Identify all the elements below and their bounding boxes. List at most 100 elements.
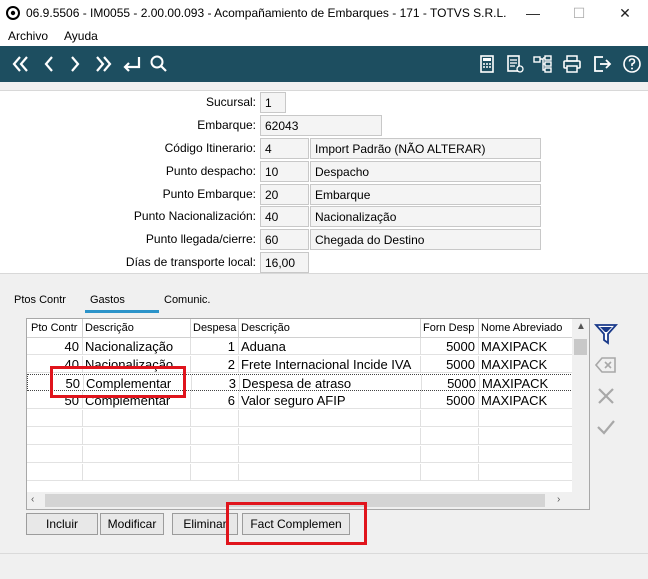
punto-nacionalizacion-label: Punto Nacionalización: — [133, 209, 256, 223]
cell-descricao-despesa: Frete Internacional Incide IVA — [239, 356, 421, 373]
tab-ptos-contr[interactable]: Ptos Contr — [14, 294, 66, 306]
empty-cell — [191, 464, 239, 481]
cell-nome-abreviado: MAXIPACK — [481, 393, 548, 408]
cell-nome-abreviado: MAXIPACK — [481, 339, 548, 354]
next-record-icon[interactable] — [62, 46, 88, 82]
previous-record-icon[interactable] — [36, 46, 62, 82]
grid-header: Pto Contr Descrição Despesa Descrição Fo… — [27, 319, 573, 338]
cell-descricao-despesa: Valor seguro AFIP — [239, 392, 421, 409]
cell-forn-desp: 5000 — [421, 356, 479, 373]
empty-cell — [421, 410, 479, 427]
active-tab-indicator — [85, 310, 159, 313]
empty-cell — [421, 464, 479, 481]
toolbar — [0, 46, 648, 82]
col-descricao-despesa[interactable]: Descrição — [239, 319, 421, 338]
empty-cell — [239, 464, 421, 481]
punto-nacionalizacion-desc-field: Nacionalização — [310, 206, 541, 227]
punto-nacionalizacion-code-field[interactable]: 40 — [260, 206, 309, 227]
minimize-button[interactable]: — — [510, 0, 556, 26]
title-bar: 06.9.5506 - IM0055 - 2.00.00.093 - Acomp… — [0, 0, 648, 26]
punto-embarque-code-field[interactable]: 20 — [260, 184, 309, 205]
col-descricao[interactable]: Descrição — [83, 319, 191, 338]
punto-despacho-label: Punto despacho: — [165, 164, 256, 178]
scroll-up-icon[interactable]: ▲ — [576, 321, 586, 332]
embarque-field[interactable]: 62043 — [260, 115, 382, 136]
sucursal-label: Sucursal: — [205, 95, 256, 109]
punto-llegada-code-field[interactable]: 60 — [260, 229, 309, 250]
menu-archivo[interactable]: Archivo — [0, 29, 56, 43]
tree-icon[interactable] — [532, 46, 554, 82]
tab-bar: Ptos Contr Gastos Comunic. — [0, 290, 648, 313]
maximize-button[interactable]: ☐ — [556, 0, 602, 26]
print-icon[interactable] — [560, 46, 584, 82]
highlight-box-complementar — [50, 366, 186, 398]
punto-despacho-code-field[interactable]: 10 — [260, 161, 309, 182]
punto-llegada-label: Punto llegada/cierre: — [145, 232, 256, 246]
empty-cell — [27, 446, 83, 463]
embarque-label: Embarque: — [197, 118, 256, 132]
cell-forn-desp: 5000 — [421, 338, 479, 355]
col-forn-desp[interactable]: Forn Desp — [421, 319, 479, 338]
close-button[interactable]: ✕ — [602, 0, 648, 26]
scroll-left-icon[interactable]: ‹ — [31, 494, 34, 505]
cell-pto-contr: 40 — [27, 338, 83, 355]
tab-comunic[interactable]: Comunic. — [164, 294, 210, 306]
last-record-icon[interactable] — [88, 46, 118, 82]
itinerario-code-field[interactable]: 4 — [260, 138, 309, 159]
empty-row — [27, 428, 573, 445]
delete-key-icon[interactable] — [592, 351, 620, 379]
col-nome-abreviado[interactable]: Nome Abreviado — [479, 319, 573, 338]
cell-descricao: Nacionalização — [83, 338, 191, 355]
filter-icon[interactable] — [592, 320, 620, 348]
empty-cell — [239, 428, 421, 445]
help-icon[interactable] — [620, 46, 644, 82]
empty-row — [27, 464, 573, 481]
calculator-icon[interactable] — [476, 46, 498, 82]
tab-gastos[interactable]: Gastos — [90, 294, 125, 306]
first-record-icon[interactable] — [6, 46, 36, 82]
punto-llegada-desc-field: Chegada do Destino — [310, 229, 541, 250]
document-edit-icon[interactable] — [504, 46, 526, 82]
punto-embarque-label: Punto Embarque: — [162, 187, 256, 201]
dias-transporte-field[interactable]: 16,00 — [260, 252, 309, 273]
empty-cell — [239, 410, 421, 427]
cancel-x-icon[interactable] — [592, 382, 620, 410]
cell-forn-desp: 5000 — [421, 392, 479, 409]
empty-cell — [191, 428, 239, 445]
exit-icon[interactable] — [590, 46, 614, 82]
table-row[interactable]: 40 Nacionalização 1 Aduana 5000 MAXIPACK — [27, 338, 573, 355]
app-logo-icon — [6, 6, 20, 20]
cell-despesa: 2 — [191, 356, 239, 373]
goto-return-icon[interactable] — [118, 46, 146, 82]
grid-side-actions — [592, 320, 622, 444]
empty-cell — [239, 446, 421, 463]
incluir-button[interactable]: Incluir — [26, 513, 98, 535]
cell-nome-abreviado: MAXIPACK — [482, 376, 549, 391]
punto-despacho-desc-field: Despacho — [310, 161, 541, 182]
menu-ayuda[interactable]: Ayuda — [56, 29, 106, 43]
scroll-right-icon[interactable]: › — [557, 494, 560, 505]
empty-cell — [421, 446, 479, 463]
col-pto-contr[interactable]: Pto Contr — [27, 319, 83, 338]
status-bar — [0, 553, 648, 579]
dias-transporte-label: Días de transporte local: — [125, 255, 256, 269]
menu-bar: Archivo Ayuda — [0, 26, 648, 46]
modificar-button[interactable]: Modificar — [100, 513, 164, 535]
cell-forn-desp: 5000 — [422, 375, 480, 392]
empty-row — [27, 410, 573, 427]
sucursal-field[interactable]: 1 — [260, 92, 286, 113]
itinerario-desc-field: Import Padrão (NÃO ALTERAR) — [310, 138, 541, 159]
search-icon[interactable] — [146, 46, 172, 82]
window-title: 06.9.5506 - IM0055 - 2.00.00.093 - Acomp… — [26, 6, 507, 20]
col-despesa[interactable]: Despesa — [191, 319, 239, 338]
cell-despesa: 1 — [191, 338, 239, 355]
cell-despesa: 3 — [192, 375, 240, 392]
confirm-check-icon[interactable] — [592, 413, 620, 441]
highlight-box-fact-complemen — [226, 502, 367, 545]
empty-cell — [83, 410, 191, 427]
cell-descricao-despesa: Aduana — [239, 338, 421, 355]
cell-nome-abreviado: MAXIPACK — [481, 357, 548, 372]
punto-embarque-desc-field: Embarque — [310, 184, 541, 205]
vertical-scroll-thumb[interactable] — [574, 339, 587, 355]
vertical-scrollbar[interactable]: ▲ — [572, 319, 589, 493]
